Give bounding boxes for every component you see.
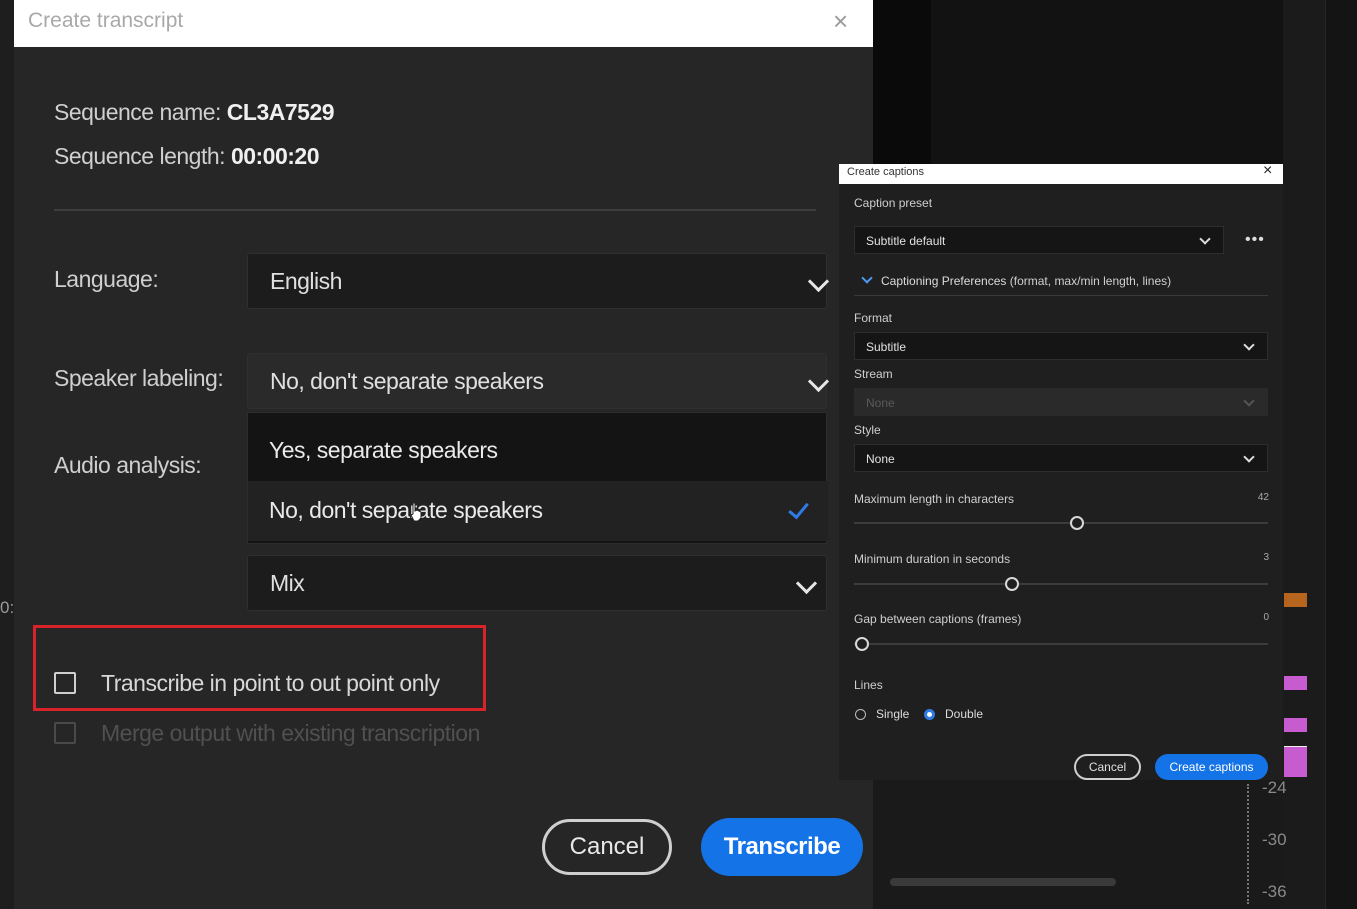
stream-dropdown[interactable]: None xyxy=(854,388,1268,416)
caption-preset-label: Caption preset xyxy=(854,196,933,210)
stream-value: None xyxy=(866,396,895,410)
checkbox-box[interactable] xyxy=(54,722,76,744)
prefs-title: Captioning Preferences xyxy=(881,274,1007,288)
create-captions-button[interactable]: Create captions xyxy=(1155,754,1268,780)
merge-checkbox-label: Merge output with existing transcription xyxy=(101,720,480,746)
captions-title-bar: Create captions × xyxy=(839,162,1283,184)
timeline-clip[interactable] xyxy=(1284,593,1307,607)
speaker-labeling-label: Speaker labeling: xyxy=(54,365,224,391)
min-duration-slider-track[interactable] xyxy=(854,583,1268,585)
max-length-slider-track[interactable] xyxy=(854,522,1268,524)
lines-double-label: Double xyxy=(945,707,984,721)
style-label: Style xyxy=(854,423,881,437)
dialog-title-bar: Create transcript × xyxy=(14,0,873,47)
chevron-down-icon xyxy=(1199,233,1211,245)
chevron-down-icon xyxy=(1243,339,1255,351)
menu-item-no-separate[interactable]: No, don't separate speakers xyxy=(248,481,828,541)
chevron-down-icon xyxy=(1243,451,1255,463)
caption-preset-value: Subtitle default xyxy=(866,234,946,248)
transcribe-button[interactable]: Transcribe xyxy=(701,818,863,876)
meter-label: -24 xyxy=(1262,778,1287,797)
format-value: Subtitle xyxy=(866,340,907,354)
close-icon[interactable]: × xyxy=(1263,162,1272,180)
chevron-down-icon xyxy=(1243,395,1255,407)
timecode-fragment: 0: xyxy=(0,598,15,617)
create-captions-dialog: Create captions × Caption preset Subtitl… xyxy=(839,162,1283,780)
sequence-name: Sequence name: CL3A7529 xyxy=(54,99,335,126)
captioning-preferences-toggle[interactable]: Captioning Preferences (format, max/min … xyxy=(861,272,1172,288)
meter-label: -36 xyxy=(1262,882,1287,901)
format-dropdown[interactable]: Subtitle xyxy=(854,332,1268,360)
min-duration-label: Minimum duration in seconds xyxy=(854,552,1011,566)
background-tracks xyxy=(1325,0,1357,909)
language-label: Language: xyxy=(54,266,159,292)
hand-cursor-icon xyxy=(410,502,422,522)
background-divider xyxy=(873,0,931,165)
divider xyxy=(854,295,1268,296)
style-dropdown[interactable]: None xyxy=(854,444,1268,472)
min-duration-slider-thumb[interactable] xyxy=(1005,577,1019,591)
chevron-down-icon xyxy=(807,270,830,293)
close-icon[interactable]: × xyxy=(833,6,848,37)
speaker-labeling-value: No, don't separate speakers xyxy=(270,368,544,394)
lines-double-radio[interactable] xyxy=(924,709,935,720)
stream-label: Stream xyxy=(854,367,893,381)
gap-slider-thumb[interactable] xyxy=(855,637,869,651)
create-transcript-dialog: Create transcript × Sequence name: CL3A7… xyxy=(14,0,873,909)
lines-single-radio[interactable] xyxy=(855,709,866,720)
cancel-button[interactable]: Cancel xyxy=(542,819,672,875)
audio-analysis-value: Mix xyxy=(270,570,305,596)
sequence-length-label: Sequence length: xyxy=(54,143,226,169)
format-label: Format xyxy=(854,311,893,325)
sequence-length: Sequence length: 00:00:20 xyxy=(54,143,320,170)
dialog-title: Create transcript xyxy=(28,9,184,32)
speaker-labeling-dropdown[interactable]: No, don't separate speakers xyxy=(247,353,830,409)
gap-value: 0 xyxy=(1263,612,1269,623)
menu-item-yes-separate[interactable]: Yes, separate speakers xyxy=(248,421,828,481)
speaker-labeling-menu: Yes, separate speakers No, don't separat… xyxy=(247,412,828,544)
lines-single-label: Single xyxy=(876,707,910,721)
chevron-down-icon xyxy=(795,572,818,595)
gap-slider-track[interactable] xyxy=(854,643,1268,645)
max-length-slider-thumb[interactable] xyxy=(1070,516,1084,530)
lines-label: Lines xyxy=(854,678,883,692)
captions-cancel-button[interactable]: Cancel xyxy=(1074,754,1141,780)
checkmark-icon xyxy=(788,497,809,520)
gap-label: Gap between captions (frames) xyxy=(854,612,1022,626)
max-length-value: 42 xyxy=(1257,492,1269,503)
timeline-clip[interactable] xyxy=(1284,718,1307,732)
annotation-highlight-box xyxy=(33,625,486,711)
more-options-icon[interactable]: ••• xyxy=(1245,231,1265,249)
sequence-name-label: Sequence name: xyxy=(54,99,221,125)
language-dropdown[interactable]: English xyxy=(247,253,830,309)
audio-meter xyxy=(1247,784,1251,904)
background-left-panel xyxy=(0,0,15,909)
audio-analysis-dropdown[interactable]: Mix xyxy=(247,555,827,611)
prefs-subtitle: (format, max/min length, lines) xyxy=(1009,274,1172,288)
max-length-label: Maximum length in characters xyxy=(854,492,1015,506)
background-lower-panel xyxy=(873,780,1283,909)
sequence-length-value: 00:00:20 xyxy=(230,143,320,169)
meter-label: -30 xyxy=(1262,830,1287,849)
menu-item-label: No, don't separate speakers xyxy=(269,497,543,523)
sequence-name-value: CL3A7529 xyxy=(226,99,335,125)
scrollbar[interactable] xyxy=(890,878,1116,886)
style-value: None xyxy=(866,452,895,466)
language-value: English xyxy=(270,268,342,294)
audio-analysis-label: Audio analysis: xyxy=(54,452,202,478)
timeline-clip[interactable] xyxy=(1284,676,1307,690)
captions-dialog-title: Create captions xyxy=(847,166,925,178)
chevron-down-icon xyxy=(861,272,873,284)
timeline-clip[interactable] xyxy=(1284,746,1307,777)
menu-item-label: Yes, separate speakers xyxy=(269,437,498,463)
min-duration-value: 3 xyxy=(1263,552,1269,563)
caption-preset-dropdown[interactable]: Subtitle default xyxy=(854,226,1224,254)
chevron-down-icon xyxy=(807,370,830,393)
divider xyxy=(54,209,816,211)
